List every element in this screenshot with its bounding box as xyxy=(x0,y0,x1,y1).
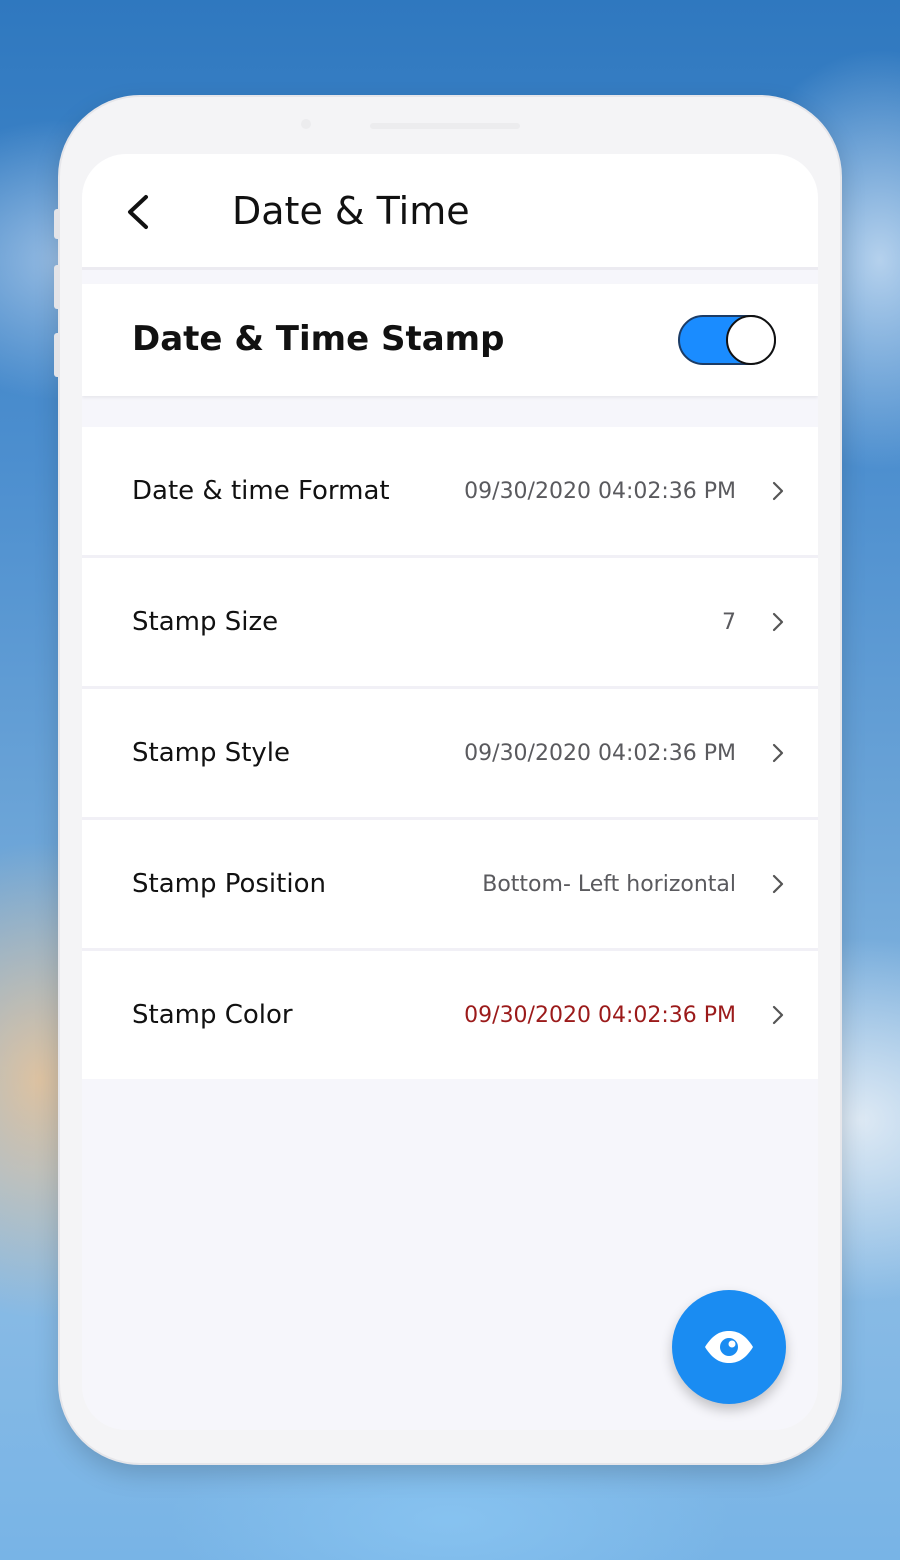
setting-row-stamp-size[interactable]: Stamp Size 7 xyxy=(82,558,818,689)
stamp-toggle-card: Date & Time Stamp xyxy=(82,284,818,396)
front-camera xyxy=(301,119,311,129)
settings-list: Date & time Format 09/30/2020 04:02:36 P… xyxy=(82,427,818,1079)
eye-icon xyxy=(705,1331,753,1363)
setting-row-stamp-style[interactable]: Stamp Style 09/30/2020 04:02:36 PM xyxy=(82,689,818,820)
chevron-left-icon xyxy=(128,195,148,229)
setting-row-date-time-format[interactable]: Date & time Format 09/30/2020 04:02:36 P… xyxy=(82,427,818,558)
setting-label: Stamp Color xyxy=(132,1000,293,1030)
setting-label: Stamp Position xyxy=(132,869,326,899)
setting-value: Bottom- Left horizontal xyxy=(482,872,736,897)
setting-row-stamp-color[interactable]: Stamp Color 09/30/2020 04:02:36 PM xyxy=(82,951,818,1079)
chevron-right-icon xyxy=(772,874,784,894)
setting-label: Date & time Format xyxy=(132,476,390,506)
side-button xyxy=(54,209,60,239)
app-bar: Date & Time xyxy=(82,154,818,270)
stamp-toggle-label: Date & Time Stamp xyxy=(132,319,505,359)
side-button xyxy=(54,265,60,309)
chevron-right-icon xyxy=(772,481,784,501)
toggle-knob xyxy=(726,315,776,365)
app-screen: Date & Time Date & Time Stamp Date & tim… xyxy=(82,154,818,1430)
back-button[interactable] xyxy=(116,188,164,236)
page-title: Date & Time xyxy=(232,189,470,233)
setting-value: 09/30/2020 04:02:36 PM xyxy=(464,741,736,766)
chevron-right-icon xyxy=(772,743,784,763)
preview-fab-button[interactable] xyxy=(672,1290,786,1404)
setting-value: 7 xyxy=(722,610,736,635)
setting-value: 09/30/2020 04:02:36 PM xyxy=(464,1003,736,1028)
setting-row-stamp-position[interactable]: Stamp Position Bottom- Left horizontal xyxy=(82,820,818,951)
setting-label: Stamp Style xyxy=(132,738,291,768)
chevron-right-icon xyxy=(772,1005,784,1025)
setting-label: Stamp Size xyxy=(132,607,279,637)
stamp-toggle-switch[interactable] xyxy=(678,315,776,365)
phone-frame: Date & Time Date & Time Stamp Date & tim… xyxy=(54,97,840,1463)
setting-value: 09/30/2020 04:02:36 PM xyxy=(464,479,736,504)
chevron-right-icon xyxy=(772,612,784,632)
speaker-grill xyxy=(370,123,520,129)
side-button xyxy=(54,333,60,377)
